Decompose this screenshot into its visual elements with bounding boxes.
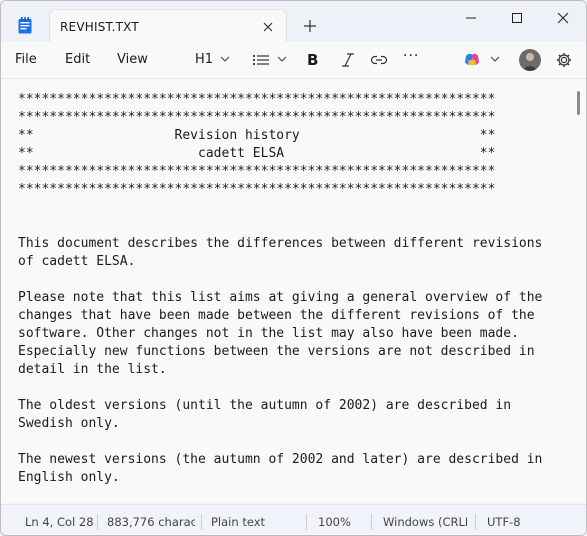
tab-title: REVHIST.TXT (60, 20, 139, 34)
encoding[interactable]: UTF-8 (487, 515, 537, 529)
notepad-window: REVHIST.TXT File Edit View H1 B ··· ****… (0, 0, 587, 536)
title-bar: REVHIST.TXT (1, 1, 586, 42)
chevron-down-icon[interactable] (276, 54, 288, 64)
chevron-down-icon[interactable] (489, 54, 501, 64)
italic-icon[interactable] (340, 50, 356, 70)
close-window-icon[interactable] (553, 8, 573, 28)
settings-gear-icon[interactable] (555, 50, 573, 70)
maximize-icon[interactable] (507, 8, 527, 28)
more-options-button[interactable]: ··· (403, 48, 419, 68)
menu-toolbar: File Edit View H1 B ··· (1, 42, 586, 79)
copilot-icon[interactable] (463, 50, 481, 70)
user-avatar[interactable] (519, 49, 541, 71)
menu-edit[interactable]: Edit (65, 52, 90, 67)
cursor-position[interactable]: Ln 4, Col 28 (25, 515, 93, 529)
close-tab-icon[interactable] (260, 19, 276, 35)
status-divider (475, 514, 476, 530)
status-divider (306, 514, 307, 530)
character-count: 883,776 characters (107, 515, 195, 529)
chevron-down-icon[interactable] (219, 54, 231, 64)
tab-revhist[interactable]: REVHIST.TXT (49, 9, 287, 42)
status-divider (201, 514, 202, 530)
menu-view[interactable]: View (117, 52, 148, 67)
text-editor[interactable]: ****************************************… (1, 79, 586, 503)
bold-button[interactable]: B (307, 51, 318, 71)
heading-button[interactable]: H1 (195, 52, 213, 72)
status-bar: Ln 4, Col 28 883,776 characters Plain te… (1, 504, 586, 535)
zoom-level[interactable]: 100% (318, 515, 358, 529)
list-icon[interactable] (252, 50, 270, 70)
notepad-app-icon (18, 17, 32, 34)
new-tab-plus-icon[interactable] (303, 19, 317, 33)
line-endings[interactable]: Windows (CRLF) (383, 515, 467, 529)
vertical-scrollbar[interactable] (577, 91, 580, 115)
minimize-icon[interactable] (461, 8, 481, 28)
link-icon[interactable] (370, 50, 388, 70)
document-text[interactable]: ****************************************… (18, 91, 542, 487)
menu-file[interactable]: File (15, 52, 37, 67)
status-divider (97, 514, 98, 530)
file-type: Plain text (211, 515, 266, 529)
status-divider (371, 514, 372, 530)
